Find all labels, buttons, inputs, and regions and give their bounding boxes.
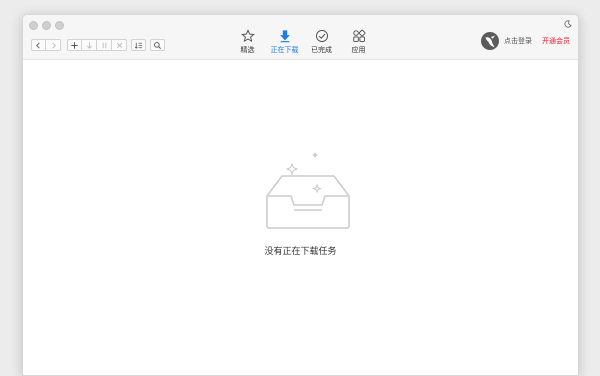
tab-apps[interactable]: 应用 <box>340 29 377 55</box>
sort-icon <box>134 42 143 49</box>
minimize-window-button[interactable] <box>42 21 51 30</box>
pause-button[interactable] <box>97 39 112 51</box>
main-tabs: 精选 正在下载 已完成 应用 <box>229 29 377 55</box>
start-download-button[interactable] <box>82 39 97 51</box>
vip-link[interactable]: 开通会员 <box>542 36 570 46</box>
search-button[interactable] <box>150 39 165 51</box>
check-circle-icon <box>315 30 328 42</box>
apps-grid-icon <box>352 29 365 42</box>
task-button-group <box>67 39 127 51</box>
title-bar: 精选 正在下载 已完成 应用 点击登录 开通会员 <box>23 15 578 60</box>
night-mode-icon[interactable] <box>564 20 572 28</box>
toolbar <box>31 39 165 51</box>
tab-label: 已完成 <box>311 46 332 54</box>
add-task-button[interactable] <box>67 39 82 51</box>
tab-downloading[interactable]: 正在下载 <box>266 29 303 55</box>
back-button[interactable] <box>31 39 46 51</box>
back-icon <box>35 41 40 49</box>
tab-label: 精选 <box>240 46 255 54</box>
download-list-area: 没有正在下载任务 <box>23 60 578 375</box>
sort-button[interactable] <box>131 39 146 51</box>
star-icon <box>240 29 255 42</box>
zoom-window-button[interactable] <box>55 21 64 30</box>
window-controls <box>29 21 64 30</box>
login-link[interactable]: 点击登录 <box>504 36 532 46</box>
close-icon <box>116 42 122 48</box>
user-area: 点击登录 开通会员 <box>481 32 570 50</box>
empty-inbox-icon <box>266 152 350 229</box>
delete-button[interactable] <box>112 39 127 51</box>
add-icon <box>71 41 78 49</box>
forward-button[interactable] <box>46 39 61 51</box>
search-icon <box>154 41 162 49</box>
app-window: 精选 正在下载 已完成 应用 点击登录 开通会员 没有正在下载任务 <box>22 14 579 376</box>
pause-icon <box>102 42 106 48</box>
download-arrow-icon <box>279 30 290 43</box>
nav-button-group <box>31 39 61 51</box>
tab-label: 正在下载 <box>270 46 299 54</box>
download-icon <box>86 41 92 49</box>
tab-label: 应用 <box>351 46 366 54</box>
bird-logo-icon <box>485 35 495 48</box>
avatar[interactable] <box>481 32 499 50</box>
tab-completed[interactable]: 已完成 <box>303 29 340 55</box>
empty-state-message: 没有正在下载任务 <box>264 247 337 257</box>
forward-icon <box>51 41 56 49</box>
close-window-button[interactable] <box>29 21 38 30</box>
tab-featured[interactable]: 精选 <box>229 29 266 55</box>
